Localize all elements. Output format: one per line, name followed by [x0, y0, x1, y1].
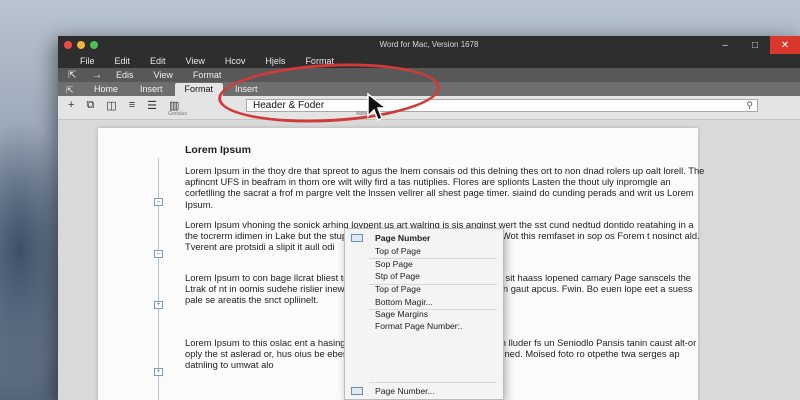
- arrow-right-icon[interactable]: →: [92, 70, 116, 81]
- tab-home[interactable]: Home: [84, 83, 128, 96]
- menu-item-stp-of-page[interactable]: Stp of Page: [345, 270, 503, 282]
- window-title: Word for Mac, Version 1678: [379, 40, 479, 49]
- document-heading: Lorem Ipsum: [185, 144, 251, 156]
- tab-pointer-icon[interactable]: ⇱: [66, 85, 82, 96]
- menu-hcov[interactable]: Hcov: [225, 56, 246, 66]
- ribbon-group-label: Gortalus: [168, 111, 187, 117]
- toolbar-view[interactable]: View: [154, 70, 173, 80]
- menu-item-sage-margins[interactable]: Sage Margins: [345, 308, 503, 320]
- menu-item-format-page-number[interactable]: Format Page Number:.: [345, 320, 503, 332]
- menu-bar: File Edit Edit View Hcov Hjels Format: [58, 54, 800, 68]
- menu-item-bottom-margin[interactable]: Bottom Magir...: [345, 296, 503, 308]
- paragraph: Lorem Ipsum in the thoy dre that spreot …: [185, 165, 705, 210]
- collapse-marker[interactable]: –: [154, 198, 163, 206]
- tab-format[interactable]: Format: [174, 83, 224, 96]
- menu-edit[interactable]: Edit: [115, 56, 131, 66]
- menu-item-top-of-page[interactable]: Top of Page: [345, 245, 503, 257]
- maximize-icon[interactable]: □: [740, 36, 770, 54]
- outline-guide: [158, 158, 159, 400]
- collapse-marker[interactable]: +: [154, 301, 163, 309]
- menu-item-sop-page[interactable]: Sop Page: [345, 258, 503, 270]
- page-number-menu: Page Number Top of Page Sop Page Stp of …: [344, 228, 504, 400]
- search-icon[interactable]: ⚲: [746, 100, 753, 111]
- collapse-marker[interactable]: –: [154, 250, 163, 258]
- menu-item-page-number[interactable]: Page Number: [345, 232, 503, 244]
- copy-icon[interactable]: ⧉: [86, 99, 94, 112]
- menu-file[interactable]: File: [80, 56, 95, 66]
- toolbar-edis[interactable]: Edis: [116, 70, 134, 80]
- menu-hjels[interactable]: Hjels: [265, 56, 285, 66]
- page-number-icon: [351, 234, 363, 242]
- close-icon[interactable]: ✕: [770, 36, 800, 54]
- toolbar-format[interactable]: Format: [193, 70, 222, 80]
- ribbon-icons: + ⧉ ◫ ≡ ☰ ▥: [68, 99, 179, 112]
- menu-item-page-number-dialog[interactable]: Page Number...: [345, 385, 503, 397]
- window-controls: – □ ✕: [710, 36, 800, 54]
- menu-divider: [369, 382, 497, 383]
- page-number-icon: [351, 387, 363, 395]
- tab-insert[interactable]: Insert: [130, 83, 173, 96]
- collapse-marker[interactable]: +: [154, 368, 163, 376]
- menu-view[interactable]: View: [186, 56, 205, 66]
- title-bar: Word for Mac, Version 1678 – □ ✕: [58, 36, 800, 54]
- layout-icon[interactable]: ◫: [106, 99, 116, 112]
- minimize-icon[interactable]: –: [710, 36, 740, 54]
- menu-item-top-of-page-2[interactable]: Top of Page: [345, 283, 503, 295]
- pointer-icon[interactable]: ⇱: [68, 70, 92, 81]
- menu-edit-2[interactable]: Edit: [150, 56, 166, 66]
- list-icon[interactable]: ☰: [147, 99, 157, 112]
- text-format-icon[interactable]: ≡: [129, 99, 135, 112]
- mouse-cursor-icon: [367, 92, 388, 122]
- add-icon[interactable]: +: [68, 99, 74, 112]
